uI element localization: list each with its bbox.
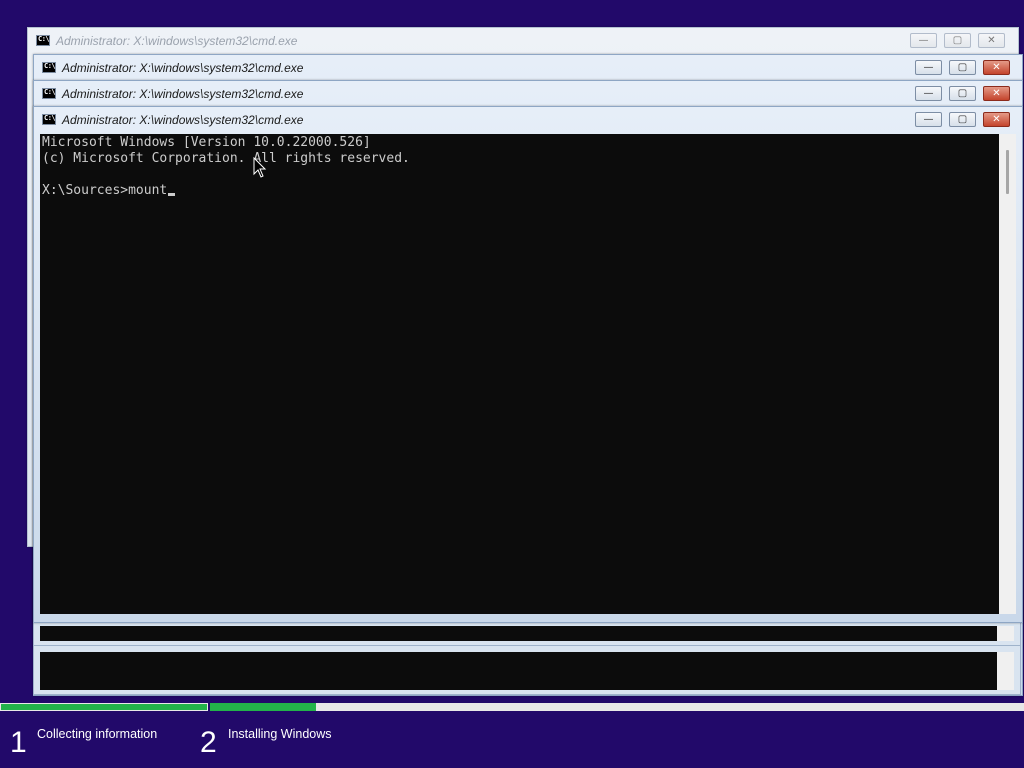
cmd-window-front[interactable]: Administrator: X:\windows\system32\cmd.e… xyxy=(33,106,1023,623)
title-bar[interactable]: Administrator: X:\windows\system32\cmd.e… xyxy=(34,55,1022,79)
maximize-button[interactable]: ▢ xyxy=(949,112,976,127)
progress-step-2 xyxy=(210,703,1024,711)
minimize-button[interactable]: — xyxy=(915,60,942,75)
cmd-icon xyxy=(42,62,56,73)
window-title: Administrator: X:\windows\system32\cmd.e… xyxy=(62,113,304,127)
vertical-scrollbar[interactable] xyxy=(999,134,1016,614)
close-button[interactable]: ✕ xyxy=(983,112,1010,127)
progress-step-1 xyxy=(0,703,208,711)
vertical-scrollbar[interactable] xyxy=(997,652,1014,690)
title-bar[interactable]: Administrator: X:\windows\system32\cmd.e… xyxy=(34,107,1022,131)
step-1-number: 1 xyxy=(10,726,27,759)
maximize-button[interactable]: ▢ xyxy=(944,33,971,48)
title-bar[interactable]: Administrator: X:\windows\system32\cmd.e… xyxy=(34,81,1022,105)
window-title: Administrator: X:\windows\system32\cmd.e… xyxy=(62,87,304,101)
close-button[interactable]: ✕ xyxy=(983,60,1010,75)
window-title: Administrator: X:\windows\system32\cmd.e… xyxy=(62,61,304,75)
cmd-icon xyxy=(36,35,50,46)
close-button[interactable]: ✕ xyxy=(983,86,1010,101)
console-area xyxy=(40,652,997,690)
command-prompt[interactable]: X:\Sources>mount xyxy=(42,183,997,199)
minimize-button[interactable]: — xyxy=(915,86,942,101)
maximize-button[interactable]: ▢ xyxy=(949,86,976,101)
prompt-text: X:\Sources>mount xyxy=(42,183,168,198)
text-cursor xyxy=(168,193,176,196)
vertical-scrollbar[interactable] xyxy=(997,626,1014,641)
maximize-button[interactable]: ▢ xyxy=(949,60,976,75)
cmd-icon xyxy=(42,88,56,99)
console-line: (c) Microsoft Corporation. All rights re… xyxy=(42,151,410,166)
step-2-label: Installing Windows xyxy=(228,727,332,741)
scrollbar-thumb[interactable] xyxy=(1006,150,1009,194)
title-bar[interactable]: Administrator: X:\windows\system32\cmd.e… xyxy=(28,28,1018,52)
cmd-window-3-console-edge xyxy=(33,645,1021,695)
close-button[interactable]: ✕ xyxy=(978,33,1005,48)
window-title: Administrator: X:\windows\system32\cmd.e… xyxy=(56,34,298,48)
console-line: Microsoft Windows [Version 10.0.22000.52… xyxy=(42,135,371,150)
minimize-button[interactable]: — xyxy=(915,112,942,127)
step-2-number: 2 xyxy=(200,726,217,759)
cmd-icon xyxy=(42,114,56,125)
console-output[interactable]: Microsoft Windows [Version 10.0.22000.52… xyxy=(40,134,999,614)
progress-step-2-fill xyxy=(210,703,316,711)
mouse-pointer-icon xyxy=(253,157,267,178)
minimize-button[interactable]: — xyxy=(910,33,937,48)
cmd-window-2-console-edge xyxy=(33,620,1021,646)
step-1-label: Collecting information xyxy=(37,727,158,741)
console-area xyxy=(40,626,997,641)
